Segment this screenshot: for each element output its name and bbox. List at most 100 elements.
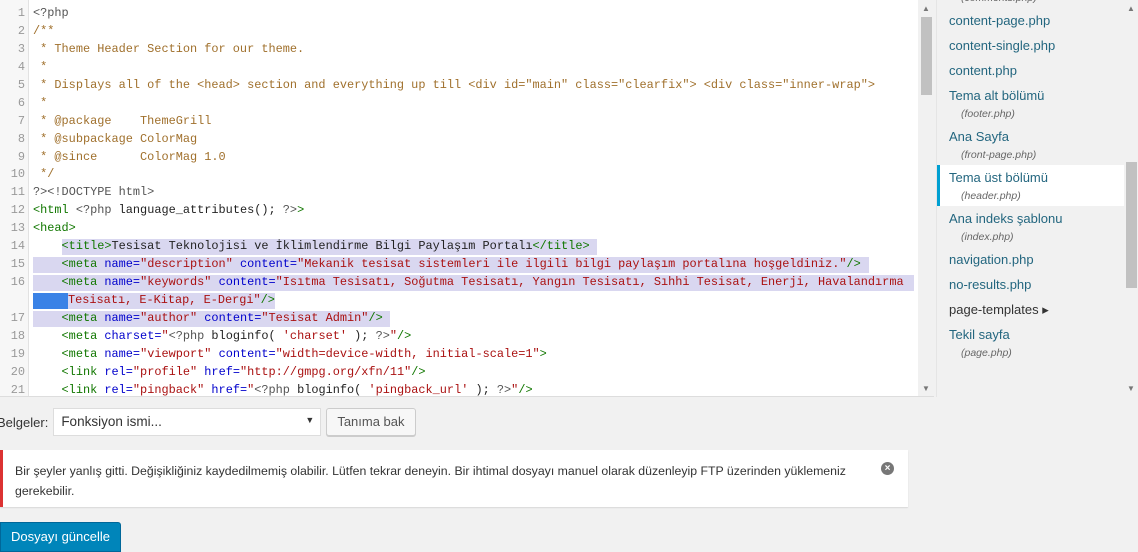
code-line[interactable]: 6 * bbox=[0, 95, 918, 113]
code-line[interactable]: 19 <meta name="viewport" content="width=… bbox=[0, 346, 918, 364]
file-item[interactable]: content.php bbox=[937, 58, 1125, 83]
code-token: "Mekanik tesisat sistemleri ile ilgili b… bbox=[297, 257, 847, 272]
line-number: 12 bbox=[10, 203, 25, 218]
code-token: /** bbox=[33, 23, 55, 38]
line-number: 8 bbox=[17, 131, 25, 146]
folder-item[interactable]: page-templates ▸ bbox=[937, 297, 1125, 322]
code-token: "Isıtma Tesisatı, Soğutma Tesisatı, Yang… bbox=[275, 275, 904, 290]
code-token: <meta bbox=[61, 275, 98, 290]
code-line[interactable]: 21 <link rel="pingback" href="<?php blog… bbox=[0, 382, 918, 397]
scroll-up-icon[interactable]: ▲ bbox=[922, 4, 930, 13]
code-line[interactable]: 1 <?php bbox=[0, 5, 918, 23]
code-line[interactable]: 2 /** bbox=[0, 23, 918, 41]
scroll-down-icon[interactable]: ▼ bbox=[1127, 384, 1135, 393]
update-file-button[interactable]: Dosyayı güncelle bbox=[0, 522, 121, 552]
code-line[interactable]: 18 <meta charset="<?php bloginfo( 'chars… bbox=[0, 328, 918, 346]
editor-scroll-thumb[interactable] bbox=[921, 17, 932, 95]
scroll-down-icon[interactable]: ▼ bbox=[922, 384, 930, 393]
file-item[interactable]: Ana indeks şablonu (index.php) bbox=[937, 206, 1125, 247]
code-line[interactable]: 5 * Displays all of the <head> section a… bbox=[0, 77, 918, 95]
line-number: 19 bbox=[10, 346, 25, 361]
line-text: * Displays all of the <head> section and… bbox=[33, 77, 875, 95]
editor-scrollbar[interactable]: ▲ ▼ bbox=[918, 0, 934, 396]
chevron-down-icon: ▼ bbox=[305, 415, 315, 425]
code-line[interactable]: 8 * @subpackage ColorMag bbox=[0, 131, 918, 149]
file-item[interactable]: content-single.php bbox=[937, 33, 1125, 58]
line-number: 10 bbox=[10, 167, 25, 182]
file-label: content.php bbox=[949, 63, 1017, 78]
file-item[interactable]: Tekil sayfa (page.php) bbox=[937, 322, 1125, 363]
file-item[interactable]: Ana Sayfa (front-page.php) bbox=[937, 124, 1125, 165]
code-token: /> bbox=[411, 364, 426, 379]
code-line[interactable]: 7 * @package ThemeGrill bbox=[0, 113, 918, 131]
line-text: * bbox=[33, 59, 47, 77]
line-text: * @since ColorMag 1.0 bbox=[33, 149, 226, 167]
code-token: bloginfo( bbox=[204, 328, 283, 343]
code-line[interactable]: 11 ?><!DOCTYPE html> bbox=[0, 184, 918, 202]
code-token: Tesisatı, E-Kitap, E-Dergi" bbox=[68, 293, 261, 307]
code-token: <?php bbox=[75, 203, 112, 218]
code-line[interactable]: Tesisatı, E-Kitap, E-Dergi"/> bbox=[0, 292, 918, 310]
code-token: "viewport" bbox=[140, 346, 212, 361]
error-notice: Bir şeyler yanlış gitti. Değişikliğiniz … bbox=[0, 450, 908, 507]
file-item[interactable]: Tema alt bölümü (footer.php) bbox=[937, 83, 1125, 124]
code-token: * bbox=[33, 59, 48, 74]
file-item[interactable]: (comments.php) bbox=[937, 0, 1125, 8]
code-line[interactable]: 10 */ bbox=[0, 166, 918, 184]
code-line[interactable]: 20 <link rel="profile" href="http://gmpg… bbox=[0, 364, 918, 382]
code-lines[interactable]: 1 <?php 2 /** 3 * Theme Header Section for o… bbox=[0, 5, 918, 397]
file-name: (footer.php) bbox=[961, 108, 1015, 120]
code-token: bloginfo( bbox=[289, 382, 369, 397]
code-line[interactable]: 14 <title>Tesisat Teknolojisi ve İklimle… bbox=[0, 238, 918, 256]
line-number: 17 bbox=[10, 310, 25, 325]
code-line[interactable]: 17 <meta name="author" content="Tesisat … bbox=[0, 310, 918, 328]
code-token: name= bbox=[104, 310, 141, 325]
code-token: content= bbox=[218, 275, 276, 290]
file-item[interactable]: Tema üst bölümü (header.php) bbox=[937, 165, 1125, 206]
code-token: <!DOCTYPE html> bbox=[47, 185, 155, 200]
file-name: (comments.php) bbox=[949, 0, 1125, 5]
file-item[interactable]: navigation.php bbox=[937, 247, 1125, 272]
code-token: /> bbox=[846, 257, 861, 272]
file-name: (header.php) bbox=[961, 190, 1021, 202]
file-list-scrollbar[interactable]: ▲ ▼ bbox=[1124, 0, 1138, 397]
code-token: " bbox=[161, 328, 169, 343]
line-text: * Theme Header Section for our theme. bbox=[33, 41, 304, 59]
scroll-up-icon[interactable]: ▲ bbox=[1127, 4, 1135, 13]
line-number: 20 bbox=[10, 364, 25, 379]
code-token: > bbox=[297, 203, 305, 218]
code-token: <meta bbox=[61, 346, 98, 361]
file-item[interactable]: no-results.php bbox=[937, 272, 1125, 297]
line-number: 21 bbox=[10, 382, 25, 397]
line-number: 5 bbox=[17, 77, 25, 92]
code-line[interactable]: 13 <head> bbox=[0, 220, 918, 238]
code-line[interactable]: 3 * Theme Header Section for our theme. bbox=[0, 41, 918, 59]
code-token: language_attributes(); bbox=[111, 203, 283, 218]
code-line[interactable]: 16 <meta name="keywords" content="Isıtma… bbox=[0, 274, 918, 292]
file-label: Tekil sayfa bbox=[949, 327, 1010, 342]
code-token: "author" bbox=[140, 310, 198, 325]
line-text: <title>Tesisat Teknolojisi ve İklimlendi… bbox=[33, 238, 590, 256]
code-token: ?> bbox=[282, 203, 298, 218]
function-name-select[interactable]: Fonksiyon ismi... ▼ bbox=[53, 408, 322, 436]
lookup-button[interactable]: Tanıma bak bbox=[326, 408, 416, 436]
code-line[interactable]: 12 <html <?php language_attributes(); ?>> bbox=[0, 202, 918, 220]
code-editor[interactable]: 1 <?php 2 /** 3 * Theme Header Section for o… bbox=[0, 0, 934, 397]
file-item[interactable]: content-page.php bbox=[937, 8, 1125, 33]
file-label: Ana indeks şablonu bbox=[949, 211, 1063, 226]
code-token: ?> bbox=[496, 382, 512, 397]
code-token: charset= bbox=[104, 328, 162, 343]
code-line[interactable]: 9 * @since ColorMag 1.0 bbox=[0, 149, 918, 167]
file-list-scroll-thumb[interactable] bbox=[1126, 162, 1137, 288]
function-name-select-value: Fonksiyon ismi... bbox=[61, 414, 162, 429]
code-token: name= bbox=[104, 275, 141, 290]
code-token: * bbox=[33, 95, 48, 110]
code-line[interactable]: 4 * bbox=[0, 59, 918, 77]
close-icon[interactable]: × bbox=[881, 462, 894, 475]
code-token: "http://gmpg.org/xfn/11" bbox=[239, 364, 412, 379]
code-line[interactable]: 15 <meta name="description" content="Mek… bbox=[0, 256, 918, 274]
